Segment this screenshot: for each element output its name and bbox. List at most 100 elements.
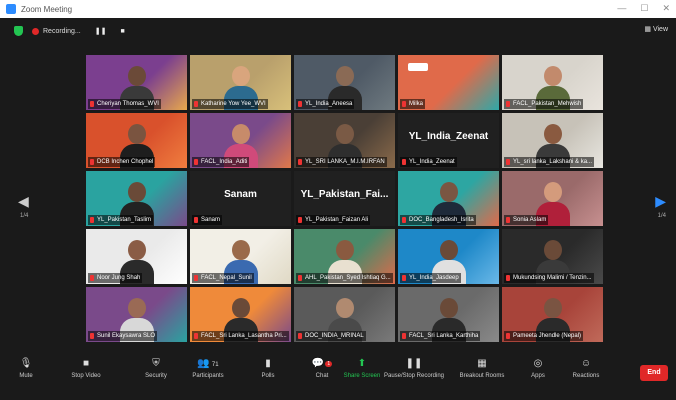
participant-tile[interactable]: YL_India_Zeenat YL_India_Zeenat <box>398 113 499 168</box>
stop-recording-icon[interactable]: ■ <box>120 28 124 35</box>
next-page-arrow-icon[interactable]: ▶ <box>655 193 666 210</box>
participant-tile[interactable]: FACL_Pakistan_Mehwish <box>502 55 603 110</box>
toolbar-label: Breakout Rooms <box>459 373 505 379</box>
participant-tile[interactable]: DOC_Bangladesh_Isrita <box>398 171 499 226</box>
participant-count: 71 <box>211 362 219 368</box>
toolbar-chat-button[interactable]: 💬 1 Chat <box>300 358 344 379</box>
participant-head <box>543 182 562 202</box>
recording-icon: ❚❚ <box>405 358 423 369</box>
maximize-icon[interactable]: ☐ <box>640 3 648 14</box>
participant-tile[interactable]: Sanam Sanam <box>190 171 291 226</box>
participant-display-name: YL_Pakistan_Fai... <box>300 189 389 200</box>
toolbar-polls-button[interactable]: ▮ Polls <box>246 358 290 379</box>
toolbar-label: Apps <box>531 373 545 379</box>
participant-name-label: DOC_Bangladesh_Isrita <box>400 215 476 225</box>
participant-tile[interactable]: Katharine Yow Yee_WVI <box>190 55 291 110</box>
participant-tile[interactable]: YL_India_Jasdeep <box>398 229 499 284</box>
participant-name-label: FACL_Nepal_Sunil <box>192 273 254 283</box>
participant-head <box>439 182 458 202</box>
chat-unread-badge: 1 <box>325 361 333 367</box>
chat-icon: 💬 1 <box>311 358 333 369</box>
close-icon[interactable]: ✕ <box>662 3 670 14</box>
toolbar-label: Participants <box>192 373 224 379</box>
participant-head <box>543 66 562 86</box>
toolbar-label: Polls <box>261 373 275 379</box>
participant-name-label: DCB Inchen Chophel <box>88 157 156 167</box>
participant-tile[interactable]: YL_Pakistan_Fai... YL_Pakistan_Faizan Ali <box>294 171 395 226</box>
encryption-shield-icon[interactable] <box>14 26 23 36</box>
window-title: Zoom Meeting <box>21 4 73 14</box>
page-indicator-right: 1/4 <box>657 213 666 219</box>
participant-name-label: FACL_Sri Lanka_Lasantha Pri... <box>192 331 289 341</box>
toolbar-label: Security <box>145 373 167 379</box>
toolbar-apps-button[interactable]: ◎ Apps <box>516 358 560 379</box>
event-logo <box>408 63 428 71</box>
toolbar-share-screen-button[interactable]: ⬆ Share Screen <box>340 358 384 379</box>
participant-tile[interactable]: FACL_Sri Lanka_Karthiha <box>398 287 499 342</box>
page-indicator-left: 1/4 <box>20 213 29 219</box>
toolbar-security-button[interactable]: ⛨ Security <box>134 358 178 379</box>
participant-name-label: FACL_Sri Lanka_Karthiha <box>400 331 481 341</box>
participant-head <box>127 124 146 144</box>
participant-tile[interactable]: YL_Pakistan_Taslim <box>86 171 187 226</box>
participant-tile[interactable]: Cheriyan Thomas_WVI <box>86 55 187 110</box>
toolbar-participants-button[interactable]: 👥 71 Participants <box>186 358 230 379</box>
participant-name-label: YL_SRI LANKA_M.I.M.IRFAN <box>296 157 387 167</box>
participant-name-label: YL_sri lanka_Lakshani & ka... <box>504 157 595 167</box>
participant-tile[interactable]: Pameeta Jhendle (Nepal) <box>502 287 603 342</box>
participant-name-label: Sunil Ekaysawra SLO <box>88 331 158 341</box>
toolbar-breakout-rooms-button[interactable]: ▦ Breakout Rooms <box>459 358 505 379</box>
participant-name-label: AHL_Pakistan_Syed Ishtiaq G... <box>296 273 393 283</box>
participant-tile[interactable]: DOC_INDIA_MRINAL <box>294 287 395 342</box>
participant-name-label: FACL_India_Aditi <box>192 157 250 167</box>
poll-icon: ▮ <box>265 358 271 369</box>
participant-head <box>127 182 146 202</box>
participants-icon: 👥 71 <box>197 358 219 369</box>
grid-view-icon: ▦ <box>644 26 651 33</box>
participant-tile[interactable]: YL_India_Aneesa <box>294 55 395 110</box>
participant-head <box>127 66 146 86</box>
end-meeting-button[interactable]: End <box>640 365 668 381</box>
participant-head <box>231 124 250 144</box>
participant-name-label: Pameeta Jhendle (Nepal) <box>504 331 584 341</box>
participant-head <box>127 240 146 260</box>
breakout-rooms-icon: ▦ <box>477 358 487 369</box>
view-button[interactable]: ▦ View <box>644 25 668 34</box>
meeting-topbar: Recording... ❚❚ ■ ▦ View <box>0 18 676 44</box>
participant-name-label: Sonia Aslam <box>504 215 549 225</box>
minimize-icon[interactable]: — <box>617 3 626 14</box>
participant-name-label: Noor Jung Shah <box>88 273 143 283</box>
meeting-toolbar: 🎙 Mute ■ Stop Video ⛨ Security 👥 71 Participants… <box>0 356 676 383</box>
toolbar-reactions-button[interactable]: ☺ Reactions <box>564 358 608 379</box>
participant-tile[interactable]: YL_SRI LANKA_M.I.M.IRFAN <box>294 113 395 168</box>
participant-name-label: YL_India_Jasdeep <box>400 273 461 283</box>
toolbar-label: Mute <box>19 373 33 379</box>
gallery-grid: Cheriyan Thomas_WVI Katharine Yow Yee_WVI… <box>86 55 603 400</box>
participant-name-label: Cheriyan Thomas_WVI <box>88 99 161 109</box>
participant-tile[interactable]: FACL_Sri Lanka_Lasantha Pri... <box>190 287 291 342</box>
toolbar-pause-stop-recording-button[interactable]: ❚❚ Pause/Stop Recording <box>384 358 444 379</box>
participant-tile[interactable]: Mukundsing Malimi / Tenzin... <box>502 229 603 284</box>
participant-tile[interactable]: DCB Inchen Chophel <box>86 113 187 168</box>
shield-icon: ⛨ <box>152 358 160 369</box>
participant-tile[interactable]: Milka <box>398 55 499 110</box>
participant-display-name: Sanam <box>224 189 257 200</box>
participant-tile[interactable]: Sunil Ekaysawra SLO <box>86 287 187 342</box>
participant-tile[interactable]: YL_sri lanka_Lakshani & ka... <box>502 113 603 168</box>
participant-tile[interactable]: FACL_India_Aditi <box>190 113 291 168</box>
reactions-icon: ☺ <box>580 358 592 369</box>
share-screen-icon: ⬆ <box>357 358 367 369</box>
toolbar-stop-video-button[interactable]: ■ Stop Video <box>64 358 108 379</box>
participant-tile[interactable]: AHL_Pakistan_Syed Ishtiaq G... <box>294 229 395 284</box>
participant-tile[interactable]: FACL_Nepal_Sunil <box>190 229 291 284</box>
participant-tile[interactable]: Noor Jung Shah <box>86 229 187 284</box>
previous-page-arrow-icon[interactable]: ◀ <box>18 193 29 210</box>
participant-name-label: Milka <box>400 99 426 109</box>
participant-head <box>543 124 562 144</box>
toolbar-label: Reactions <box>572 373 600 379</box>
pause-recording-icon[interactable]: ❚❚ <box>95 27 107 35</box>
toolbar-mute-button[interactable]: 🎙 Mute <box>4 358 48 379</box>
recording-dot-icon <box>32 27 39 35</box>
window-titlebar: Zoom Meeting — ☐ ✕ <box>0 0 676 18</box>
participant-tile[interactable]: Sonia Aslam <box>502 171 603 226</box>
